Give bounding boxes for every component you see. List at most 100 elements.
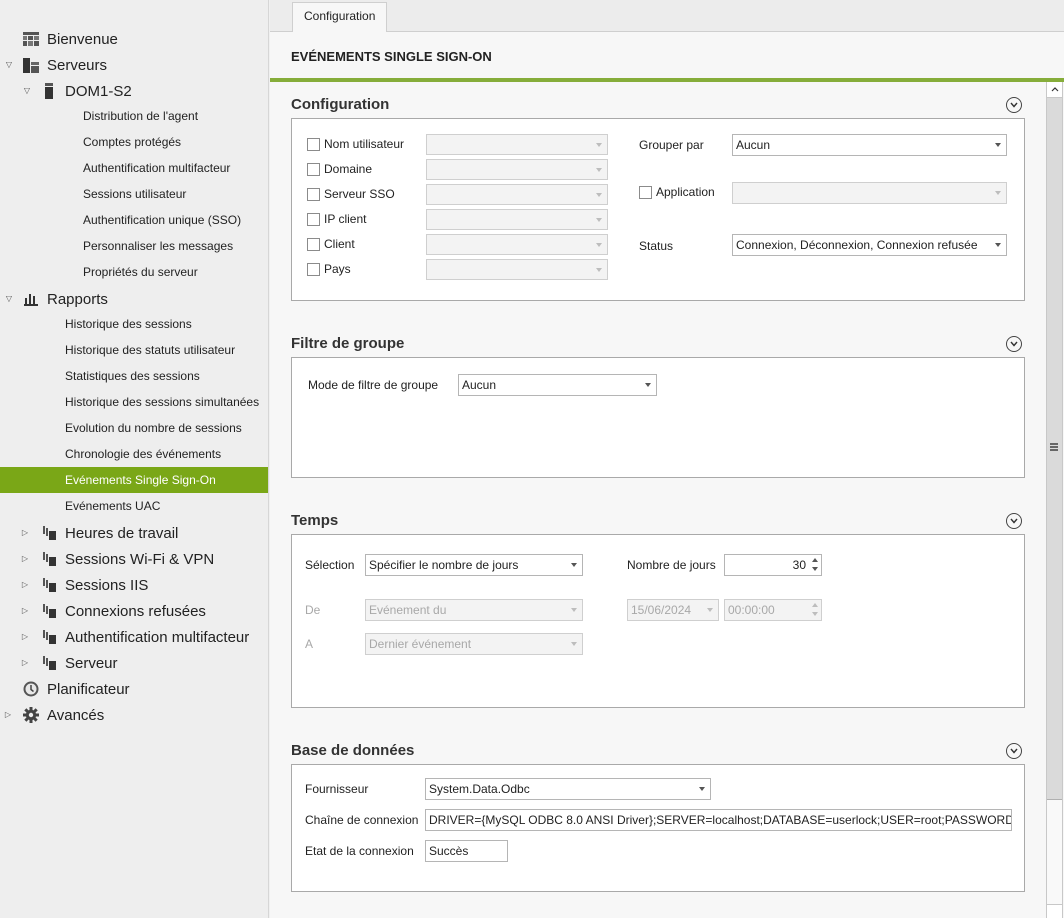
scroll-up-button[interactable] bbox=[1047, 82, 1062, 98]
tree-item-label: Personnaliser les messages bbox=[83, 239, 234, 253]
report-folder-icon bbox=[40, 628, 58, 646]
from-time-spinner[interactable]: 00:00:00 bbox=[724, 599, 822, 621]
collapse-database-button[interactable] bbox=[1006, 743, 1022, 759]
application-combo[interactable] bbox=[732, 182, 1007, 204]
tree-item-advanced[interactable]: ▷ Avancés bbox=[0, 702, 268, 728]
provider-label: Fournisseur bbox=[305, 782, 369, 796]
collapse-configuration-button[interactable] bbox=[1006, 97, 1022, 113]
tree-group-working-hours[interactable]: ▷ Heures de travail bbox=[0, 520, 268, 546]
tree-group-mfa[interactable]: ▷ Authentification multifacteur bbox=[0, 624, 268, 650]
dashboard-icon bbox=[22, 30, 40, 48]
tree-group-refused-connections[interactable]: ▷ Connexions refusées bbox=[0, 598, 268, 624]
collapsed-arrow-icon[interactable]: ▷ bbox=[20, 632, 30, 642]
section-title-database: Base de données bbox=[291, 742, 415, 759]
provider-combo[interactable]: System.Data.Odbc bbox=[425, 778, 711, 800]
tree-item-session-evolution[interactable]: Evolution du nombre de sessions bbox=[0, 415, 268, 441]
tree-item-server-properties[interactable]: Propriétés du serveur bbox=[0, 259, 268, 285]
days-count-spinner[interactable]: 30 bbox=[724, 554, 822, 576]
country-checkbox[interactable] bbox=[307, 263, 320, 276]
tree-item-label: Serveurs bbox=[47, 56, 108, 74]
status-label: Status bbox=[639, 239, 674, 253]
to-combo[interactable]: Dernier événement bbox=[365, 633, 583, 655]
tree-item-welcome[interactable]: Bienvenue bbox=[0, 26, 268, 52]
report-folder-icon bbox=[40, 550, 58, 568]
report-folder-icon bbox=[40, 654, 58, 672]
group-by-combo[interactable]: Aucun bbox=[732, 134, 1007, 156]
collapsed-arrow-icon[interactable]: ▷ bbox=[20, 528, 30, 538]
tree-item-label: Evolution du nombre de sessions bbox=[65, 421, 242, 435]
grip-icon bbox=[1050, 443, 1058, 451]
expanded-arrow-icon[interactable]: ▽ bbox=[4, 294, 14, 304]
from-label: De bbox=[305, 603, 321, 617]
selection-combo[interactable]: Spécifier le nombre de jours bbox=[365, 554, 583, 576]
tree-item-user-status-history[interactable]: Historique des statuts utilisateur bbox=[0, 337, 268, 363]
collapsed-arrow-icon[interactable]: ▷ bbox=[20, 580, 30, 590]
tree-item-agent-distribution[interactable]: Distribution de l'agent bbox=[0, 103, 268, 129]
database-panel: Fournisseur System.Data.Odbc Chaîne de c… bbox=[291, 764, 1025, 892]
from-combo[interactable]: Evénement du bbox=[365, 599, 583, 621]
expanded-arrow-icon[interactable]: ▽ bbox=[22, 86, 32, 96]
tree-item-scheduler[interactable]: Planificateur bbox=[0, 676, 268, 702]
vertical-scrollbar[interactable] bbox=[1046, 82, 1063, 918]
domain-combo[interactable] bbox=[426, 159, 608, 180]
client-combo[interactable] bbox=[426, 234, 608, 255]
sso-server-checkbox[interactable] bbox=[307, 188, 320, 201]
tree-item-label: Evénements Single Sign-On bbox=[65, 473, 216, 487]
collapsed-arrow-icon[interactable]: ▷ bbox=[20, 606, 30, 616]
connection-string-field[interactable]: DRIVER={MySQL ODBC 8.0 ANSI Driver};SERV… bbox=[425, 809, 1012, 831]
servers-icon bbox=[22, 56, 40, 74]
tree-item-session-statistics[interactable]: Statistiques des sessions bbox=[0, 363, 268, 389]
collapsed-arrow-icon[interactable]: ▷ bbox=[20, 658, 30, 668]
tree-item-reports[interactable]: ▽ Rapports bbox=[0, 286, 268, 312]
tree-item-mfa[interactable]: Authentification multifacteur bbox=[0, 155, 268, 181]
chevron-down-icon bbox=[1010, 102, 1018, 108]
tree-item-uac-events[interactable]: Evénements UAC bbox=[0, 493, 268, 519]
sso-server-combo[interactable] bbox=[426, 184, 608, 205]
section-title-time: Temps bbox=[291, 512, 339, 529]
tree-item-concurrent-sessions[interactable]: Historique des sessions simultanées bbox=[0, 389, 268, 415]
spinner-arrows-icon[interactable] bbox=[811, 557, 819, 573]
tree-item-sso[interactable]: Authentification unique (SSO) bbox=[0, 207, 268, 233]
tree-item-session-history[interactable]: Historique des sessions bbox=[0, 311, 268, 337]
collapse-group-filter-button[interactable] bbox=[1006, 336, 1022, 352]
username-checkbox[interactable] bbox=[307, 138, 320, 151]
tree-item-server-dom1-s2[interactable]: ▽ DOM1-S2 bbox=[0, 78, 268, 104]
from-date-picker[interactable]: 15/06/2024 bbox=[627, 599, 719, 621]
tree-group-wifi-vpn-sessions[interactable]: ▷ Sessions Wi-Fi & VPN bbox=[0, 546, 268, 572]
gear-icon bbox=[22, 706, 40, 724]
status-combo[interactable]: Connexion, Déconnexion, Connexion refusé… bbox=[732, 234, 1007, 256]
domain-checkbox[interactable] bbox=[307, 163, 320, 176]
tree-item-protected-accounts[interactable]: Comptes protégés bbox=[0, 129, 268, 155]
tree-item-label: Historique des statuts utilisateur bbox=[65, 343, 236, 357]
group-filter-mode-combo[interactable]: Aucun bbox=[458, 374, 657, 396]
client-ip-checkbox[interactable] bbox=[307, 213, 320, 226]
tree-group-iis-sessions[interactable]: ▷ Sessions IIS bbox=[0, 572, 268, 598]
tree-item-user-sessions[interactable]: Sessions utilisateur bbox=[0, 181, 268, 207]
to-value: Dernier événement bbox=[369, 637, 472, 651]
section-title-group-filter: Filtre de groupe bbox=[291, 335, 405, 352]
country-combo[interactable] bbox=[426, 259, 608, 280]
domain-label: Domaine bbox=[324, 162, 373, 176]
expanded-arrow-icon[interactable]: ▽ bbox=[4, 60, 14, 70]
tree-group-server[interactable]: ▷ Serveur bbox=[0, 650, 268, 676]
application-checkbox[interactable] bbox=[639, 186, 652, 199]
tree-item-event-timeline[interactable]: Chronologie des événements bbox=[0, 441, 268, 467]
collapse-time-button[interactable] bbox=[1006, 513, 1022, 529]
scroll-down-button[interactable] bbox=[1047, 904, 1062, 918]
tab-configuration[interactable]: Configuration bbox=[292, 2, 388, 33]
tree-item-label: Authentification unique (SSO) bbox=[83, 213, 242, 227]
username-combo[interactable] bbox=[426, 134, 608, 155]
tree-item-sso-events[interactable]: Evénements Single Sign-On bbox=[0, 467, 268, 493]
collapsed-arrow-icon[interactable]: ▷ bbox=[20, 554, 30, 564]
client-checkbox[interactable] bbox=[307, 238, 320, 251]
spinner-arrows-icon[interactable] bbox=[811, 602, 819, 618]
group-by-label: Grouper par bbox=[639, 138, 704, 152]
scroll-thumb[interactable] bbox=[1047, 98, 1062, 800]
tree-item-servers[interactable]: ▽ Serveurs bbox=[0, 52, 268, 78]
client-ip-combo[interactable] bbox=[426, 209, 608, 230]
time-panel: Sélection Spécifier le nombre de jours N… bbox=[291, 534, 1025, 708]
report-folder-icon bbox=[40, 602, 58, 620]
collapsed-arrow-icon[interactable]: ▷ bbox=[3, 710, 13, 720]
tree-item-label: Propriétés du serveur bbox=[83, 265, 198, 279]
tree-item-custom-messages[interactable]: Personnaliser les messages bbox=[0, 233, 268, 259]
